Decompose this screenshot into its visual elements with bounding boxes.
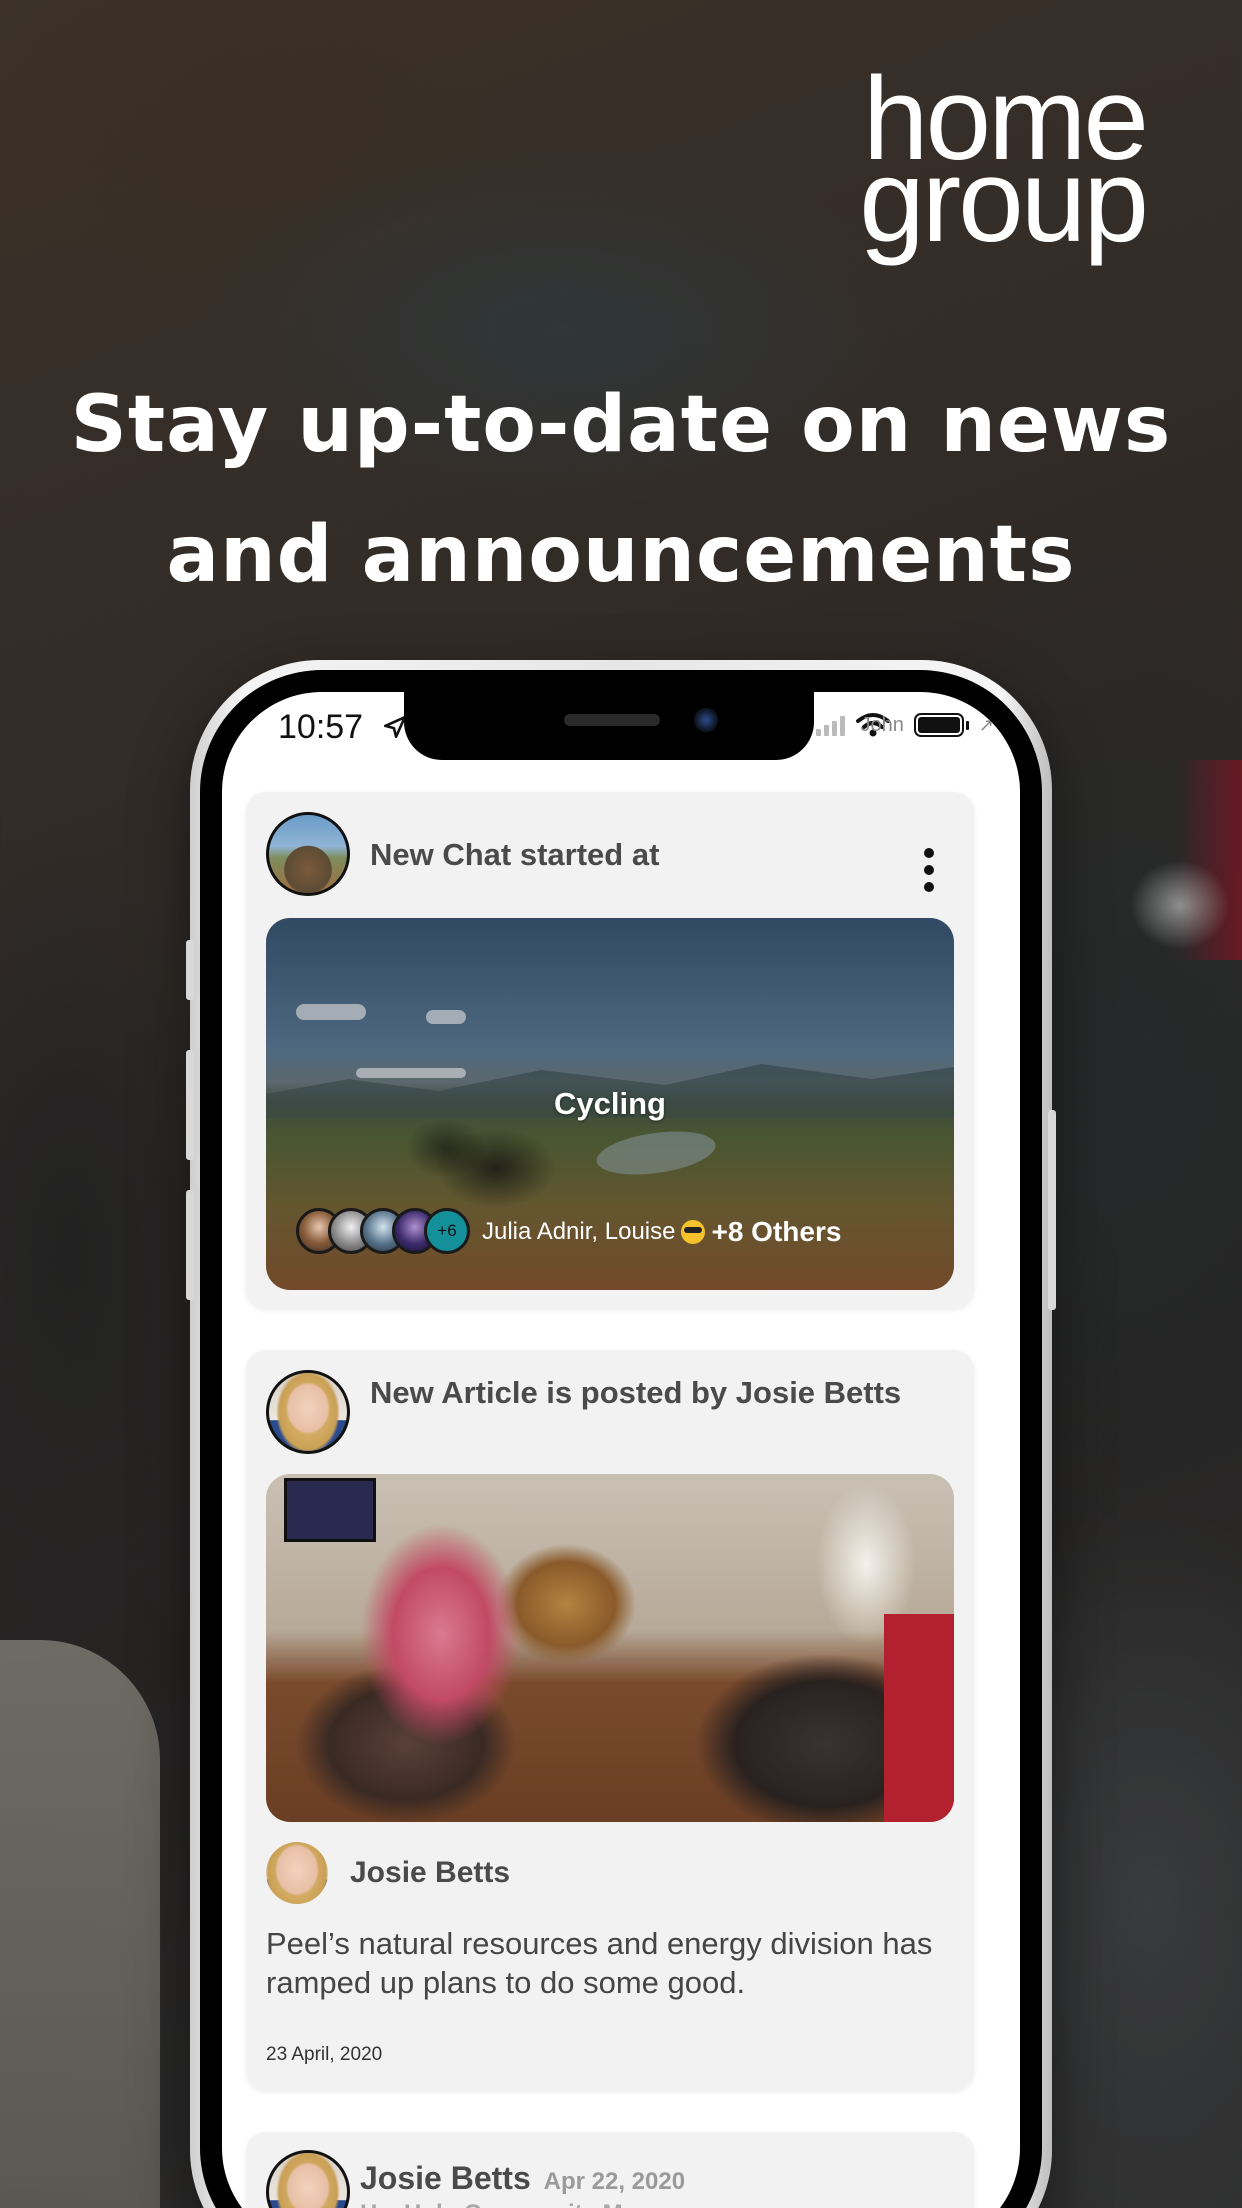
logo-line-2: group	[859, 135, 1149, 267]
phone-side-button	[186, 1190, 194, 1300]
carrier-label: John	[860, 713, 904, 736]
post-author-role: HeyHub, Community Manager	[360, 2200, 701, 2208]
member-overflow-badge: +6	[424, 1208, 470, 1254]
phone-side-button	[186, 940, 194, 1000]
card-heading: New Chat started at	[370, 837, 660, 872]
phone-mockup: 10:57 John ↗ New Chat started at Cycling…	[186, 660, 1056, 2208]
homegroup-logo: home group	[806, 60, 1149, 267]
avatar	[266, 1370, 350, 1454]
avatar	[266, 812, 350, 896]
background-detail	[1130, 860, 1230, 950]
status-time: 10:57	[278, 708, 364, 746]
headline-line-2: and announcements	[166, 510, 1076, 600]
sunglasses-emoji-icon	[681, 1220, 706, 1244]
cellular-signal-icon	[815, 714, 845, 736]
image-detail	[284, 1478, 376, 1542]
image-detail	[884, 1614, 954, 1822]
background-detail	[0, 1640, 160, 2208]
front-camera	[694, 708, 718, 732]
article-author[interactable]: Josie Betts	[350, 1856, 510, 1890]
post-author-name: Josie Betts	[360, 2160, 531, 2196]
battery-icon	[913, 713, 964, 737]
article-notification-card[interactable]: New Article is posted by Josie Betts Jos…	[246, 1350, 974, 2090]
chat-notification-card[interactable]: New Chat started at Cycling +6 Julia Adn…	[246, 792, 974, 1308]
article-summary[interactable]: Peel’s natural resources and energy divi…	[266, 1924, 956, 2002]
charging-icon: ↗	[978, 714, 994, 736]
phone-screen: 10:57 John ↗ New Chat started at Cycling…	[222, 692, 1020, 2208]
chat-cover-image[interactable]: Cycling +6 Julia Adnir, Louise +8 Others	[266, 918, 954, 1290]
article-date: 23 April, 2020	[266, 2044, 383, 2065]
card-heading: New Article is posted by Josie Betts	[370, 1375, 902, 1410]
article-image[interactable]	[266, 1474, 954, 1822]
chat-title: Cycling	[554, 1086, 666, 1121]
post-date: Apr 22, 2020	[543, 2168, 686, 2195]
promo-headline: Stay up-to-date on news and announcement…	[0, 360, 1242, 620]
avatar	[266, 2150, 350, 2208]
phone-side-button	[186, 1050, 194, 1160]
member-avatars: +6	[296, 1208, 470, 1254]
more-options-icon[interactable]	[922, 848, 936, 896]
status-indicators: John ↗	[815, 712, 994, 738]
phone-notch	[404, 692, 814, 760]
post-author: Josie Betts Apr 22, 2020	[360, 2160, 685, 2197]
speaker-grille	[564, 714, 660, 726]
members-others-count: +8 Others	[711, 1216, 842, 1247]
phone-bezel: 10:57 John ↗ New Chat started at Cycling…	[200, 670, 1042, 2208]
members-names: Julia Adnir, Louise	[482, 1218, 676, 1245]
battery-tip	[965, 720, 969, 730]
post-card[interactable]: Josie Betts Apr 22, 2020 HeyHub, Communi…	[246, 2132, 974, 2208]
phone-side-button	[1048, 1110, 1056, 1310]
avatar	[266, 1842, 328, 1904]
headline-line-1: Stay up-to-date on news	[70, 380, 1172, 470]
members-summary: Julia Adnir, Louise +8 Others	[482, 1216, 841, 1248]
